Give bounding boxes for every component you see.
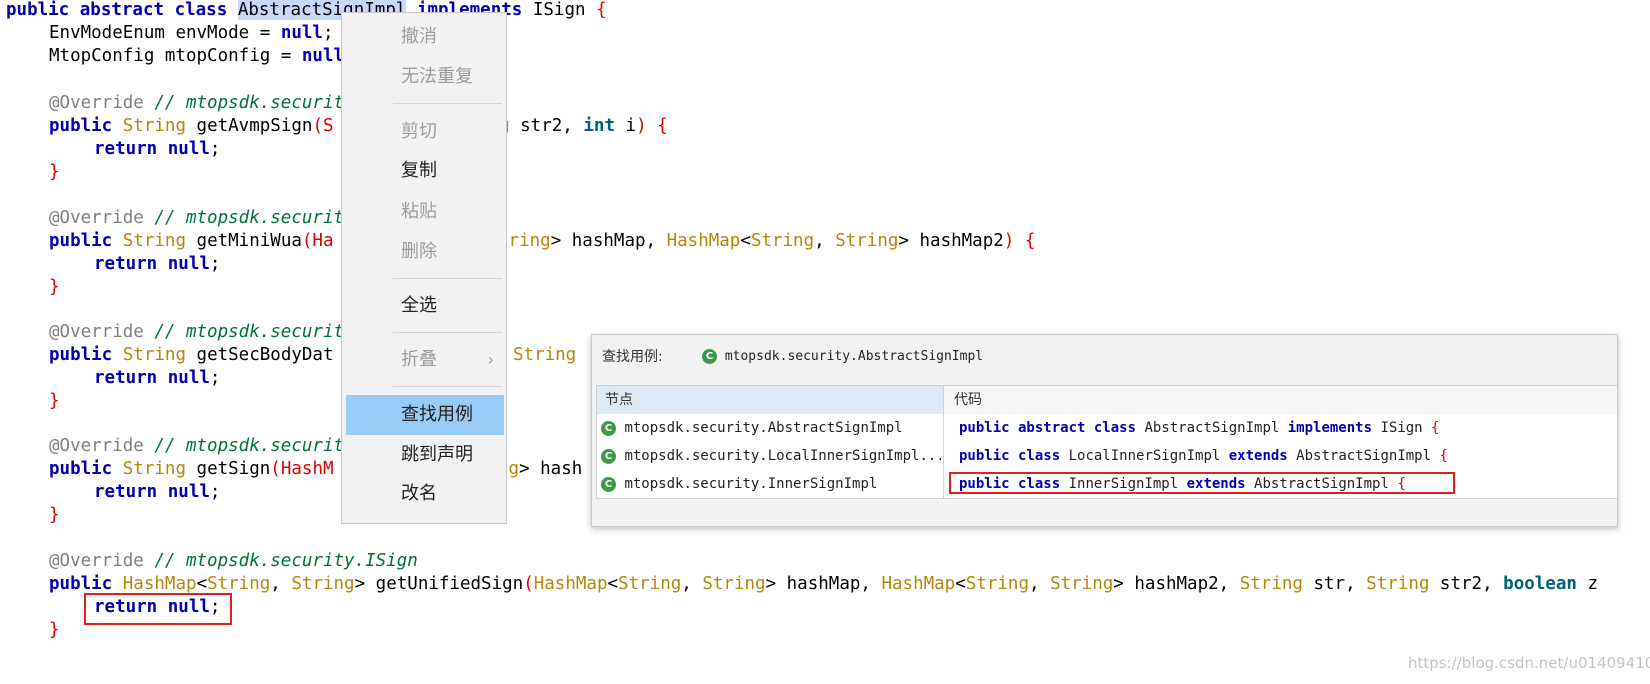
highlight-box-innersignimpl <box>949 472 1455 494</box>
table-row-node[interactable]: C mtopsdk.security.LocalInnerSignImpl... <box>601 442 941 470</box>
menu-item-delete[interactable]: 删除 <box>342 232 506 272</box>
menu-item-go-to-declaration[interactable]: 跳到声明 <box>342 435 506 475</box>
code-line-method-getminiwua: public String getMiniWua(Ha <box>49 231 334 251</box>
code-line-close-3: } <box>49 391 60 411</box>
menu-separator <box>393 332 502 333</box>
column-header-node[interactable]: 节点 <box>597 386 943 414</box>
node-label: mtopsdk.security.AbstractSignImpl <box>624 420 903 436</box>
code-line-method-getavmpsign: public String getAvmpSign(S <box>49 116 334 136</box>
menu-item-select-all[interactable]: 全选 <box>342 286 506 326</box>
menu-item-redo[interactable]: 无法重复 <box>342 57 506 97</box>
node-label: mtopsdk.security.LocalInnerSignImpl... <box>624 448 941 464</box>
code-line-close-2: } <box>49 277 60 297</box>
menu-separator <box>393 386 502 387</box>
node-label: mtopsdk.security.InnerSignImpl <box>624 476 878 492</box>
code-line-override-2: @Override // mtopsdk.securit <box>49 208 345 228</box>
code-line-close-1: } <box>49 162 60 182</box>
code-line-method-getminiwua-tail: tring> hashMap, HashMap<String, String> … <box>498 231 1036 251</box>
find-usages-target-name: mtopsdk.security.AbstractSignImpl <box>724 349 984 364</box>
menu-item-find-usages[interactable]: 查找用例 <box>346 395 504 435</box>
table-row-code[interactable]: public class LocalInnerSignImpl extends … <box>959 442 1609 470</box>
menu-item-paste[interactable]: 粘贴 <box>342 192 506 232</box>
code-line-return-1: return null; <box>94 139 221 159</box>
code-line-close-5: } <box>49 620 60 640</box>
code-line-override-4: @Override // mtopsdk.securit <box>49 436 345 456</box>
menu-separator <box>393 278 502 279</box>
menu-separator <box>393 103 502 104</box>
class-icon: C <box>601 476 616 492</box>
class-icon: C <box>601 420 616 436</box>
menu-item-fold[interactable]: 折叠 › <box>342 340 506 380</box>
table-row-node[interactable]: C mtopsdk.security.AbstractSignImpl <box>601 414 941 442</box>
class-icon: C <box>702 349 717 364</box>
menu-item-undo[interactable]: 撤消 <box>342 17 506 57</box>
column-header-code[interactable]: 代码 <box>943 386 1617 414</box>
code-line-override-1: @Override // mtopsdk.securit <box>49 93 345 113</box>
context-menu: 撤消 无法重复 剪切 复制 粘贴 删除 全选 折叠 › 查找用例 跳到声明 改名 <box>341 12 507 524</box>
code-line-return-2: return null; <box>94 254 221 274</box>
code-line-override-5: @Override // mtopsdk.security.ISign <box>49 551 418 571</box>
table-row-node[interactable]: C mtopsdk.security.InnerSignImpl <box>601 470 941 498</box>
code-line-class-decl: public abstract class AbstractSignImpl i… <box>6 0 607 20</box>
code-line-close-4: } <box>49 505 60 525</box>
code-line-method-getsecbodydata-tail: String <box>513 345 577 365</box>
code-line-method-getunifiedsign: public HashMap<String, String> getUnifie… <box>49 574 1598 594</box>
menu-item-cut[interactable]: 剪切 <box>342 112 506 152</box>
code-line-return-4: return null; <box>94 482 221 502</box>
code-line-method-getsecbodydata: public String getSecBodyDat <box>49 345 334 365</box>
column-divider <box>943 414 944 498</box>
find-usages-title: 查找用例: <box>602 349 663 365</box>
code-line-field-mtopconfig: MtopConfig mtopConfig = null <box>49 46 345 66</box>
watermark: https://blog.csdn.net/u014094101 <box>1408 654 1650 672</box>
menu-item-fold-label: 折叠 <box>401 349 437 370</box>
table-row-code[interactable]: public abstract class AbstractSignImpl i… <box>959 414 1609 442</box>
code-line-return-3: return null; <box>94 368 221 388</box>
code-line-override-3: @Override // mtopsdk.securit <box>49 322 345 342</box>
menu-item-copy[interactable]: 复制 <box>342 151 506 191</box>
find-usages-target: C mtopsdk.security.AbstractSignImpl <box>702 345 983 369</box>
highlight-box-return-null <box>84 593 232 625</box>
menu-item-rename[interactable]: 改名 <box>342 474 506 514</box>
chevron-right-icon: › <box>487 350 494 369</box>
code-line-field-envmode: EnvModeEnum envMode = null; <box>49 23 334 43</box>
code-line-method-getsign-tail: ng> hash <box>498 459 583 479</box>
class-icon: C <box>601 448 616 464</box>
find-usages-popup: 查找用例: C mtopsdk.security.AbstractSignImp… <box>591 334 1618 527</box>
usages-table: 节点 代码 C mtopsdk.security.AbstractSignImp… <box>596 385 1618 499</box>
code-line-method-getsign: public String getSign(HashM <box>49 459 334 479</box>
